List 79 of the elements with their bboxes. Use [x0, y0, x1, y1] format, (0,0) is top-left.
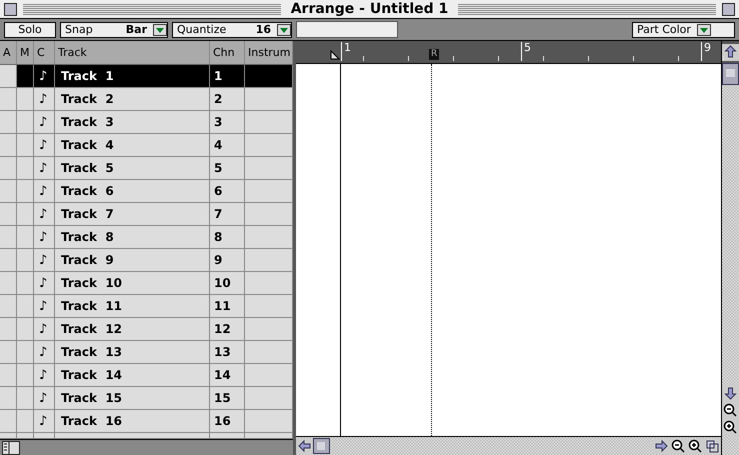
zoom-out-icon[interactable] — [722, 402, 739, 419]
track-row[interactable]: ♪ Track 7 7 — [0, 203, 293, 226]
column-header[interactable]: C — [34, 41, 55, 64]
channel-cell: 8 — [210, 226, 245, 248]
channel-cell: 12 — [210, 318, 245, 340]
track-row[interactable]: ♪ Track 5 5 — [0, 157, 293, 180]
track-name: Track 7 — [55, 203, 210, 225]
right-locator[interactable]: R — [429, 49, 440, 60]
track-row[interactable]: ♪ Track 15 15 — [0, 387, 293, 410]
timeline-ruler[interactable]: 1 5 9 R — [296, 41, 721, 63]
channel-cell: 10 — [210, 272, 245, 294]
track-row[interactable]: ♪ Track 1 1 — [0, 65, 293, 88]
bar-number: 9 — [701, 42, 711, 61]
bar-number: 1 — [341, 42, 351, 61]
channel-cell: 11 — [210, 295, 245, 317]
track-row[interactable]: ♪ Track 12 12 — [0, 318, 293, 341]
track-name: Track 11 — [55, 295, 210, 317]
right-arrow-icon[interactable] — [653, 438, 670, 454]
quantize-dropdown[interactable]: Quantize 16 — [172, 22, 292, 38]
track-name: Track 10 — [55, 272, 210, 294]
track-row[interactable]: ♪ Track 2 2 — [0, 88, 293, 111]
track-name: Track 16 — [55, 410, 210, 432]
column-header[interactable]: M — [17, 41, 34, 64]
track-row[interactable]: ♪ Track 9 9 — [0, 249, 293, 272]
track-name: Track 5 — [55, 157, 210, 179]
track-row[interactable]: ♪ Track 13 13 — [0, 341, 293, 364]
zoom-in-icon[interactable] — [687, 438, 704, 454]
column-header[interactable]: Chn — [210, 41, 245, 64]
track-row[interactable]: ♪ Track 4 4 — [0, 134, 293, 157]
track-name: Track 6 — [55, 180, 210, 202]
scroll-thumb[interactable] — [722, 63, 739, 85]
track-name: Track 1 — [55, 65, 210, 87]
track-name: Track 15 — [55, 387, 210, 409]
track-row[interactable]: ♪ Track 8 8 — [0, 226, 293, 249]
channel-cell: 13 — [210, 341, 245, 363]
track-name: Track 8 — [55, 226, 210, 248]
left-arrow-icon[interactable] — [296, 438, 313, 454]
part-color-dropdown[interactable]: Part Color — [632, 22, 735, 38]
channel-cell: 3 — [210, 111, 245, 133]
column-header[interactable]: A — [0, 41, 17, 64]
track-name: Track 13 — [55, 341, 210, 363]
down-arrow-icon[interactable] — [722, 385, 739, 402]
track-name: Track 9 — [55, 249, 210, 271]
track-row[interactable]: ♪ Track 10 10 — [0, 272, 293, 295]
zoom-box[interactable] — [722, 2, 735, 16]
track-name: Track 2 — [55, 88, 210, 110]
channel-cell: 6 — [210, 180, 245, 202]
column-header[interactable]: Track — [55, 41, 210, 64]
channel-cell: 16 — [210, 410, 245, 432]
track-row[interactable]: ♪ Track 11 11 — [0, 295, 293, 318]
track-name: Track 14 — [55, 364, 210, 386]
snap-dropdown[interactable]: Snap Bar — [60, 22, 168, 38]
up-arrow-icon[interactable] — [722, 41, 739, 63]
scroll-thumb[interactable] — [313, 438, 330, 454]
list-view-icon[interactable] — [2, 440, 20, 454]
window-title: Arrange - Untitled 1 — [290, 1, 450, 17]
track-name: Track 4 — [55, 134, 210, 156]
zoom-out-icon[interactable] — [670, 438, 687, 454]
track-name: Track 3 — [55, 111, 210, 133]
text-field[interactable] — [296, 21, 398, 38]
channel-cell: 9 — [210, 249, 245, 271]
channel-cell: 5 — [210, 157, 245, 179]
track-row[interactable]: ♪ Track 3 3 — [0, 111, 293, 134]
track-row[interactable]: ♪ Track 6 6 — [0, 180, 293, 203]
solo-button[interactable]: Solo — [4, 22, 56, 38]
bar-number: 5 — [521, 42, 531, 61]
track-name: Track 12 — [55, 318, 210, 340]
zoom-in-icon[interactable] — [722, 419, 739, 436]
channel-cell: 7 — [210, 203, 245, 225]
resize-icon[interactable] — [704, 438, 721, 454]
left-locator-icon[interactable] — [330, 50, 340, 60]
channel-cell: 14 — [210, 364, 245, 386]
channel-cell: 15 — [210, 387, 245, 409]
channel-cell: 1 — [210, 65, 245, 87]
track-row[interactable]: ♪ Track 16 16 — [0, 410, 293, 433]
track-row[interactable]: ♪ Track 14 14 — [0, 364, 293, 387]
channel-cell: 4 — [210, 134, 245, 156]
channel-cell: 2 — [210, 88, 245, 110]
close-box[interactable] — [4, 2, 17, 16]
